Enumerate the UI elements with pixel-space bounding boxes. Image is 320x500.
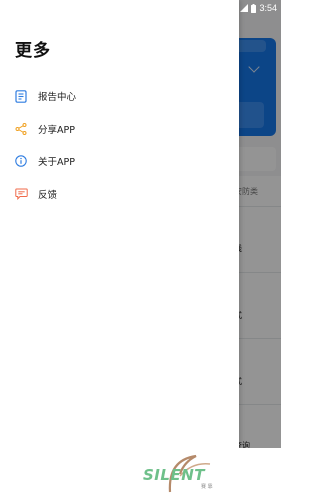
- watermark-logo: SILENT: [143, 466, 205, 484]
- menu-item-report-center[interactable]: 报告中心: [0, 83, 239, 109]
- watermark-subtext: 赛 靠: [201, 484, 213, 490]
- menu-item-label: 关于APP: [38, 157, 75, 168]
- drawer-title: 更多: [15, 41, 51, 61]
- document-icon: [14, 89, 28, 103]
- feedback-icon: [14, 187, 28, 201]
- menu-item-label: 报告中心: [38, 92, 77, 103]
- signal-icon: [240, 4, 249, 12]
- share-icon: [14, 122, 28, 136]
- menu-item-label: 分享APP: [38, 125, 75, 136]
- info-icon: [14, 154, 28, 168]
- battery-icon: [251, 3, 257, 13]
- status-time: 3:54: [259, 3, 277, 13]
- navigation-drawer: 更多 报告中心 分享APP 关于APP 反馈: [0, 0, 239, 448]
- menu-item-share-app[interactable]: 分享APP: [0, 116, 239, 142]
- menu-item-label: 反馈: [38, 190, 58, 201]
- menu-item-about-app[interactable]: 关于APP: [0, 148, 239, 174]
- menu-item-feedback[interactable]: 反馈: [0, 181, 239, 207]
